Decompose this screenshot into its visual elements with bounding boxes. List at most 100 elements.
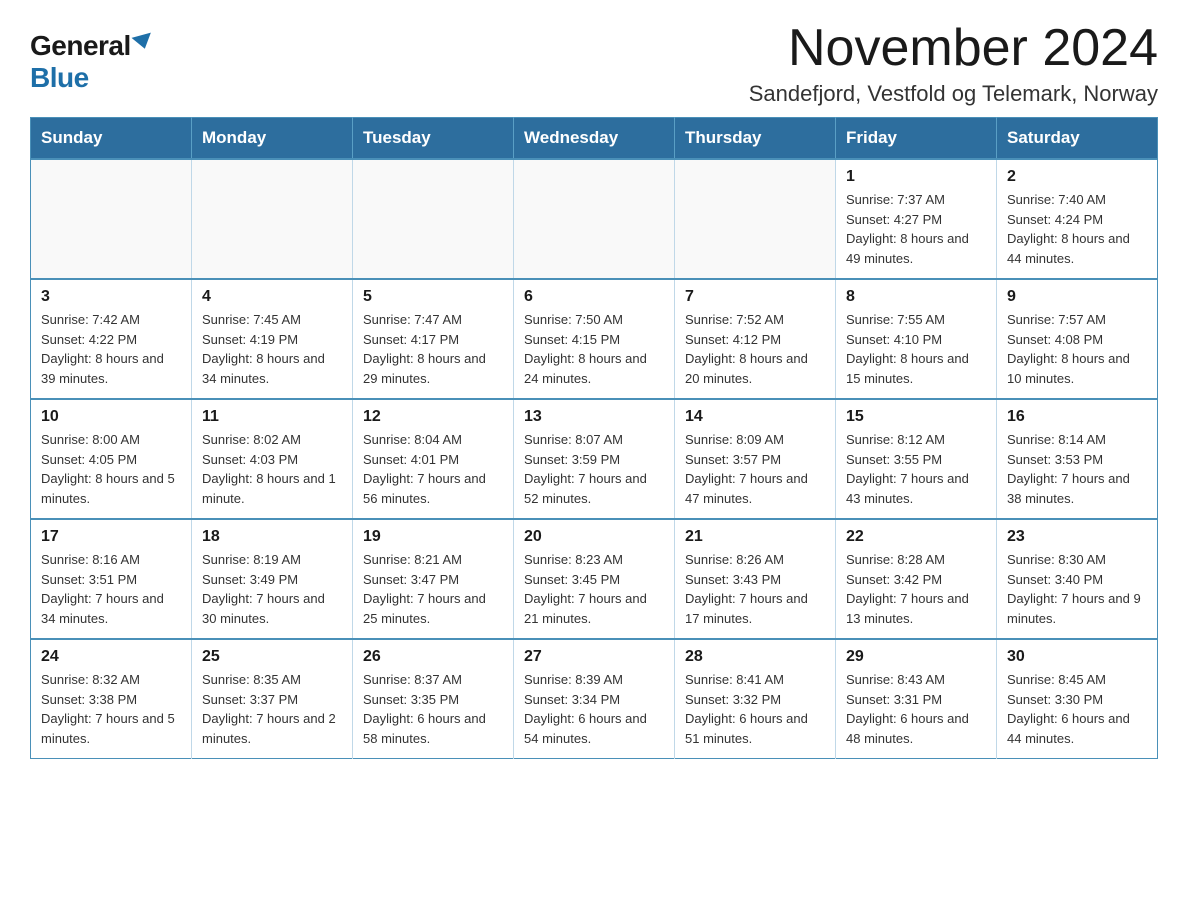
calendar-cell: 25 Sunrise: 8:35 AMSunset: 3:37 PMDayligh… bbox=[192, 639, 353, 759]
day-info: Sunrise: 8:07 AMSunset: 3:59 PMDaylight:… bbox=[524, 430, 664, 508]
day-info: Sunrise: 7:45 AMSunset: 4:19 PMDaylight:… bbox=[202, 310, 342, 388]
calendar-cell: 5 Sunrise: 7:47 AMSunset: 4:17 PMDaylight… bbox=[353, 279, 514, 399]
calendar-cell: 29 Sunrise: 8:43 AMSunset: 3:31 PMDayligh… bbox=[836, 639, 997, 759]
calendar-cell: 1Sunrise: 7:37 AMSunset: 4:27 PMDaylight… bbox=[836, 159, 997, 279]
header-tuesday: Tuesday bbox=[353, 118, 514, 160]
day-info: Sunrise: 8:32 AMSunset: 3:38 PMDaylight:… bbox=[41, 670, 181, 748]
day-info: Sunrise: 8:19 AMSunset: 3:49 PMDaylight:… bbox=[202, 550, 342, 628]
calendar-cell: 23 Sunrise: 8:30 AMSunset: 3:40 PMDayligh… bbox=[997, 519, 1158, 639]
day-info: Sunrise: 7:57 AMSunset: 4:08 PMDaylight:… bbox=[1007, 310, 1147, 388]
day-info: Sunrise: 8:00 AMSunset: 4:05 PMDaylight:… bbox=[41, 430, 181, 508]
day-number: 30 bbox=[1007, 648, 1147, 666]
calendar-week-1: 1Sunrise: 7:37 AMSunset: 4:27 PMDaylight… bbox=[31, 159, 1158, 279]
calendar-week-2: 3 Sunrise: 7:42 AMSunset: 4:22 PMDaylight… bbox=[31, 279, 1158, 399]
calendar-cell: 3 Sunrise: 7:42 AMSunset: 4:22 PMDaylight… bbox=[31, 279, 192, 399]
day-number: 24 bbox=[41, 648, 181, 666]
calendar-week-5: 24 Sunrise: 8:32 AMSunset: 3:38 PMDayligh… bbox=[31, 639, 1158, 759]
day-info: Sunrise: 8:02 AMSunset: 4:03 PMDaylight:… bbox=[202, 430, 342, 508]
calendar-cell: 15 Sunrise: 8:12 AMSunset: 3:55 PMDayligh… bbox=[836, 399, 997, 519]
calendar-cell: 12 Sunrise: 8:04 AMSunset: 4:01 PMDayligh… bbox=[353, 399, 514, 519]
calendar-cell: 16 Sunrise: 8:14 AMSunset: 3:53 PMDayligh… bbox=[997, 399, 1158, 519]
day-info: Sunrise: 8:23 AMSunset: 3:45 PMDaylight:… bbox=[524, 550, 664, 628]
day-number: 7 bbox=[685, 288, 825, 306]
day-number: 11 bbox=[202, 408, 342, 426]
calendar-week-3: 10 Sunrise: 8:00 AMSunset: 4:05 PMDayligh… bbox=[31, 399, 1158, 519]
calendar-cell: 18 Sunrise: 8:19 AMSunset: 3:49 PMDayligh… bbox=[192, 519, 353, 639]
day-info: Sunrise: 8:30 AMSunset: 3:40 PMDaylight:… bbox=[1007, 550, 1147, 628]
day-number: 15 bbox=[846, 408, 986, 426]
day-info: Sunrise: 8:37 AMSunset: 3:35 PMDaylight:… bbox=[363, 670, 503, 748]
calendar-cell: 26Sunrise: 8:37 AMSunset: 3:35 PMDayligh… bbox=[353, 639, 514, 759]
day-number: 2 bbox=[1007, 168, 1147, 186]
calendar-week-4: 17Sunrise: 8:16 AMSunset: 3:51 PMDayligh… bbox=[31, 519, 1158, 639]
header-wednesday: Wednesday bbox=[514, 118, 675, 160]
day-number: 4 bbox=[202, 288, 342, 306]
day-info: Sunrise: 8:39 AMSunset: 3:34 PMDaylight:… bbox=[524, 670, 664, 748]
day-number: 17 bbox=[41, 528, 181, 546]
logo-general-text: General bbox=[30, 30, 131, 62]
day-number: 18 bbox=[202, 528, 342, 546]
calendar-cell: 27 Sunrise: 8:39 AMSunset: 3:34 PMDayligh… bbox=[514, 639, 675, 759]
day-info: Sunrise: 8:21 AMSunset: 3:47 PMDaylight:… bbox=[363, 550, 503, 628]
page-subtitle: Sandefjord, Vestfold og Telemark, Norway bbox=[749, 81, 1158, 107]
day-number: 10 bbox=[41, 408, 181, 426]
day-number: 22 bbox=[846, 528, 986, 546]
calendar-cell bbox=[31, 159, 192, 279]
calendar-cell: 4 Sunrise: 7:45 AMSunset: 4:19 PMDaylight… bbox=[192, 279, 353, 399]
day-info: Sunrise: 7:47 AMSunset: 4:17 PMDaylight:… bbox=[363, 310, 503, 388]
day-number: 12 bbox=[363, 408, 503, 426]
day-info: Sunrise: 7:40 AMSunset: 4:24 PMDaylight:… bbox=[1007, 190, 1147, 268]
day-info: Sunrise: 8:43 AMSunset: 3:31 PMDaylight:… bbox=[846, 670, 986, 748]
logo: General Blue bbox=[30, 20, 153, 94]
calendar-cell: 19 Sunrise: 8:21 AMSunset: 3:47 PMDayligh… bbox=[353, 519, 514, 639]
day-number: 29 bbox=[846, 648, 986, 666]
calendar-cell: 21Sunrise: 8:26 AMSunset: 3:43 PMDayligh… bbox=[675, 519, 836, 639]
title-area: November 2024 Sandefjord, Vestfold og Te… bbox=[749, 20, 1158, 107]
calendar-cell bbox=[675, 159, 836, 279]
day-info: Sunrise: 7:55 AMSunset: 4:10 PMDaylight:… bbox=[846, 310, 986, 388]
day-info: Sunrise: 8:35 AMSunset: 3:37 PMDaylight:… bbox=[202, 670, 342, 748]
day-info: Sunrise: 7:42 AMSunset: 4:22 PMDaylight:… bbox=[41, 310, 181, 388]
header-thursday: Thursday bbox=[675, 118, 836, 160]
calendar-cell: 8 Sunrise: 7:55 AMSunset: 4:10 PMDaylight… bbox=[836, 279, 997, 399]
day-info: Sunrise: 8:26 AMSunset: 3:43 PMDaylight:… bbox=[685, 550, 825, 628]
day-number: 6 bbox=[524, 288, 664, 306]
day-number: 28 bbox=[685, 648, 825, 666]
calendar-cell: 10 Sunrise: 8:00 AMSunset: 4:05 PMDayligh… bbox=[31, 399, 192, 519]
day-info: Sunrise: 8:04 AMSunset: 4:01 PMDaylight:… bbox=[363, 430, 503, 508]
day-info: Sunrise: 8:45 AMSunset: 3:30 PMDaylight:… bbox=[1007, 670, 1147, 748]
day-number: 13 bbox=[524, 408, 664, 426]
calendar-cell: 2 Sunrise: 7:40 AMSunset: 4:24 PMDaylight… bbox=[997, 159, 1158, 279]
day-number: 27 bbox=[524, 648, 664, 666]
calendar-cell bbox=[192, 159, 353, 279]
header: General Blue November 2024 Sandefjord, V… bbox=[30, 20, 1158, 107]
day-number: 16 bbox=[1007, 408, 1147, 426]
calendar-cell: 14Sunrise: 8:09 AMSunset: 3:57 PMDayligh… bbox=[675, 399, 836, 519]
header-row: Sunday Monday Tuesday Wednesday Thursday… bbox=[31, 118, 1158, 160]
day-number: 23 bbox=[1007, 528, 1147, 546]
calendar-cell: 6Sunrise: 7:50 AMSunset: 4:15 PMDaylight… bbox=[514, 279, 675, 399]
day-number: 25 bbox=[202, 648, 342, 666]
calendar-table: Sunday Monday Tuesday Wednesday Thursday… bbox=[30, 117, 1158, 759]
calendar-cell: 7Sunrise: 7:52 AMSunset: 4:12 PMDaylight… bbox=[675, 279, 836, 399]
calendar-cell bbox=[514, 159, 675, 279]
day-number: 20 bbox=[524, 528, 664, 546]
day-number: 5 bbox=[363, 288, 503, 306]
day-info: Sunrise: 8:14 AMSunset: 3:53 PMDaylight:… bbox=[1007, 430, 1147, 508]
calendar-cell: 9Sunrise: 7:57 AMSunset: 4:08 PMDaylight… bbox=[997, 279, 1158, 399]
day-number: 14 bbox=[685, 408, 825, 426]
calendar-cell: 20 Sunrise: 8:23 AMSunset: 3:45 PMDayligh… bbox=[514, 519, 675, 639]
day-number: 3 bbox=[41, 288, 181, 306]
day-number: 8 bbox=[846, 288, 986, 306]
day-number: 19 bbox=[363, 528, 503, 546]
logo-blue-text: Blue bbox=[30, 62, 89, 94]
calendar-cell: 30 Sunrise: 8:45 AMSunset: 3:30 PMDayligh… bbox=[997, 639, 1158, 759]
header-sunday: Sunday bbox=[31, 118, 192, 160]
calendar-cell: 13 Sunrise: 8:07 AMSunset: 3:59 PMDayligh… bbox=[514, 399, 675, 519]
calendar-cell: 22 Sunrise: 8:28 AMSunset: 3:42 PMDayligh… bbox=[836, 519, 997, 639]
page-title: November 2024 bbox=[749, 20, 1158, 77]
logo-triangle-icon bbox=[131, 33, 154, 52]
day-info: Sunrise: 8:28 AMSunset: 3:42 PMDaylight:… bbox=[846, 550, 986, 628]
day-info: Sunrise: 8:12 AMSunset: 3:55 PMDaylight:… bbox=[846, 430, 986, 508]
header-saturday: Saturday bbox=[997, 118, 1158, 160]
